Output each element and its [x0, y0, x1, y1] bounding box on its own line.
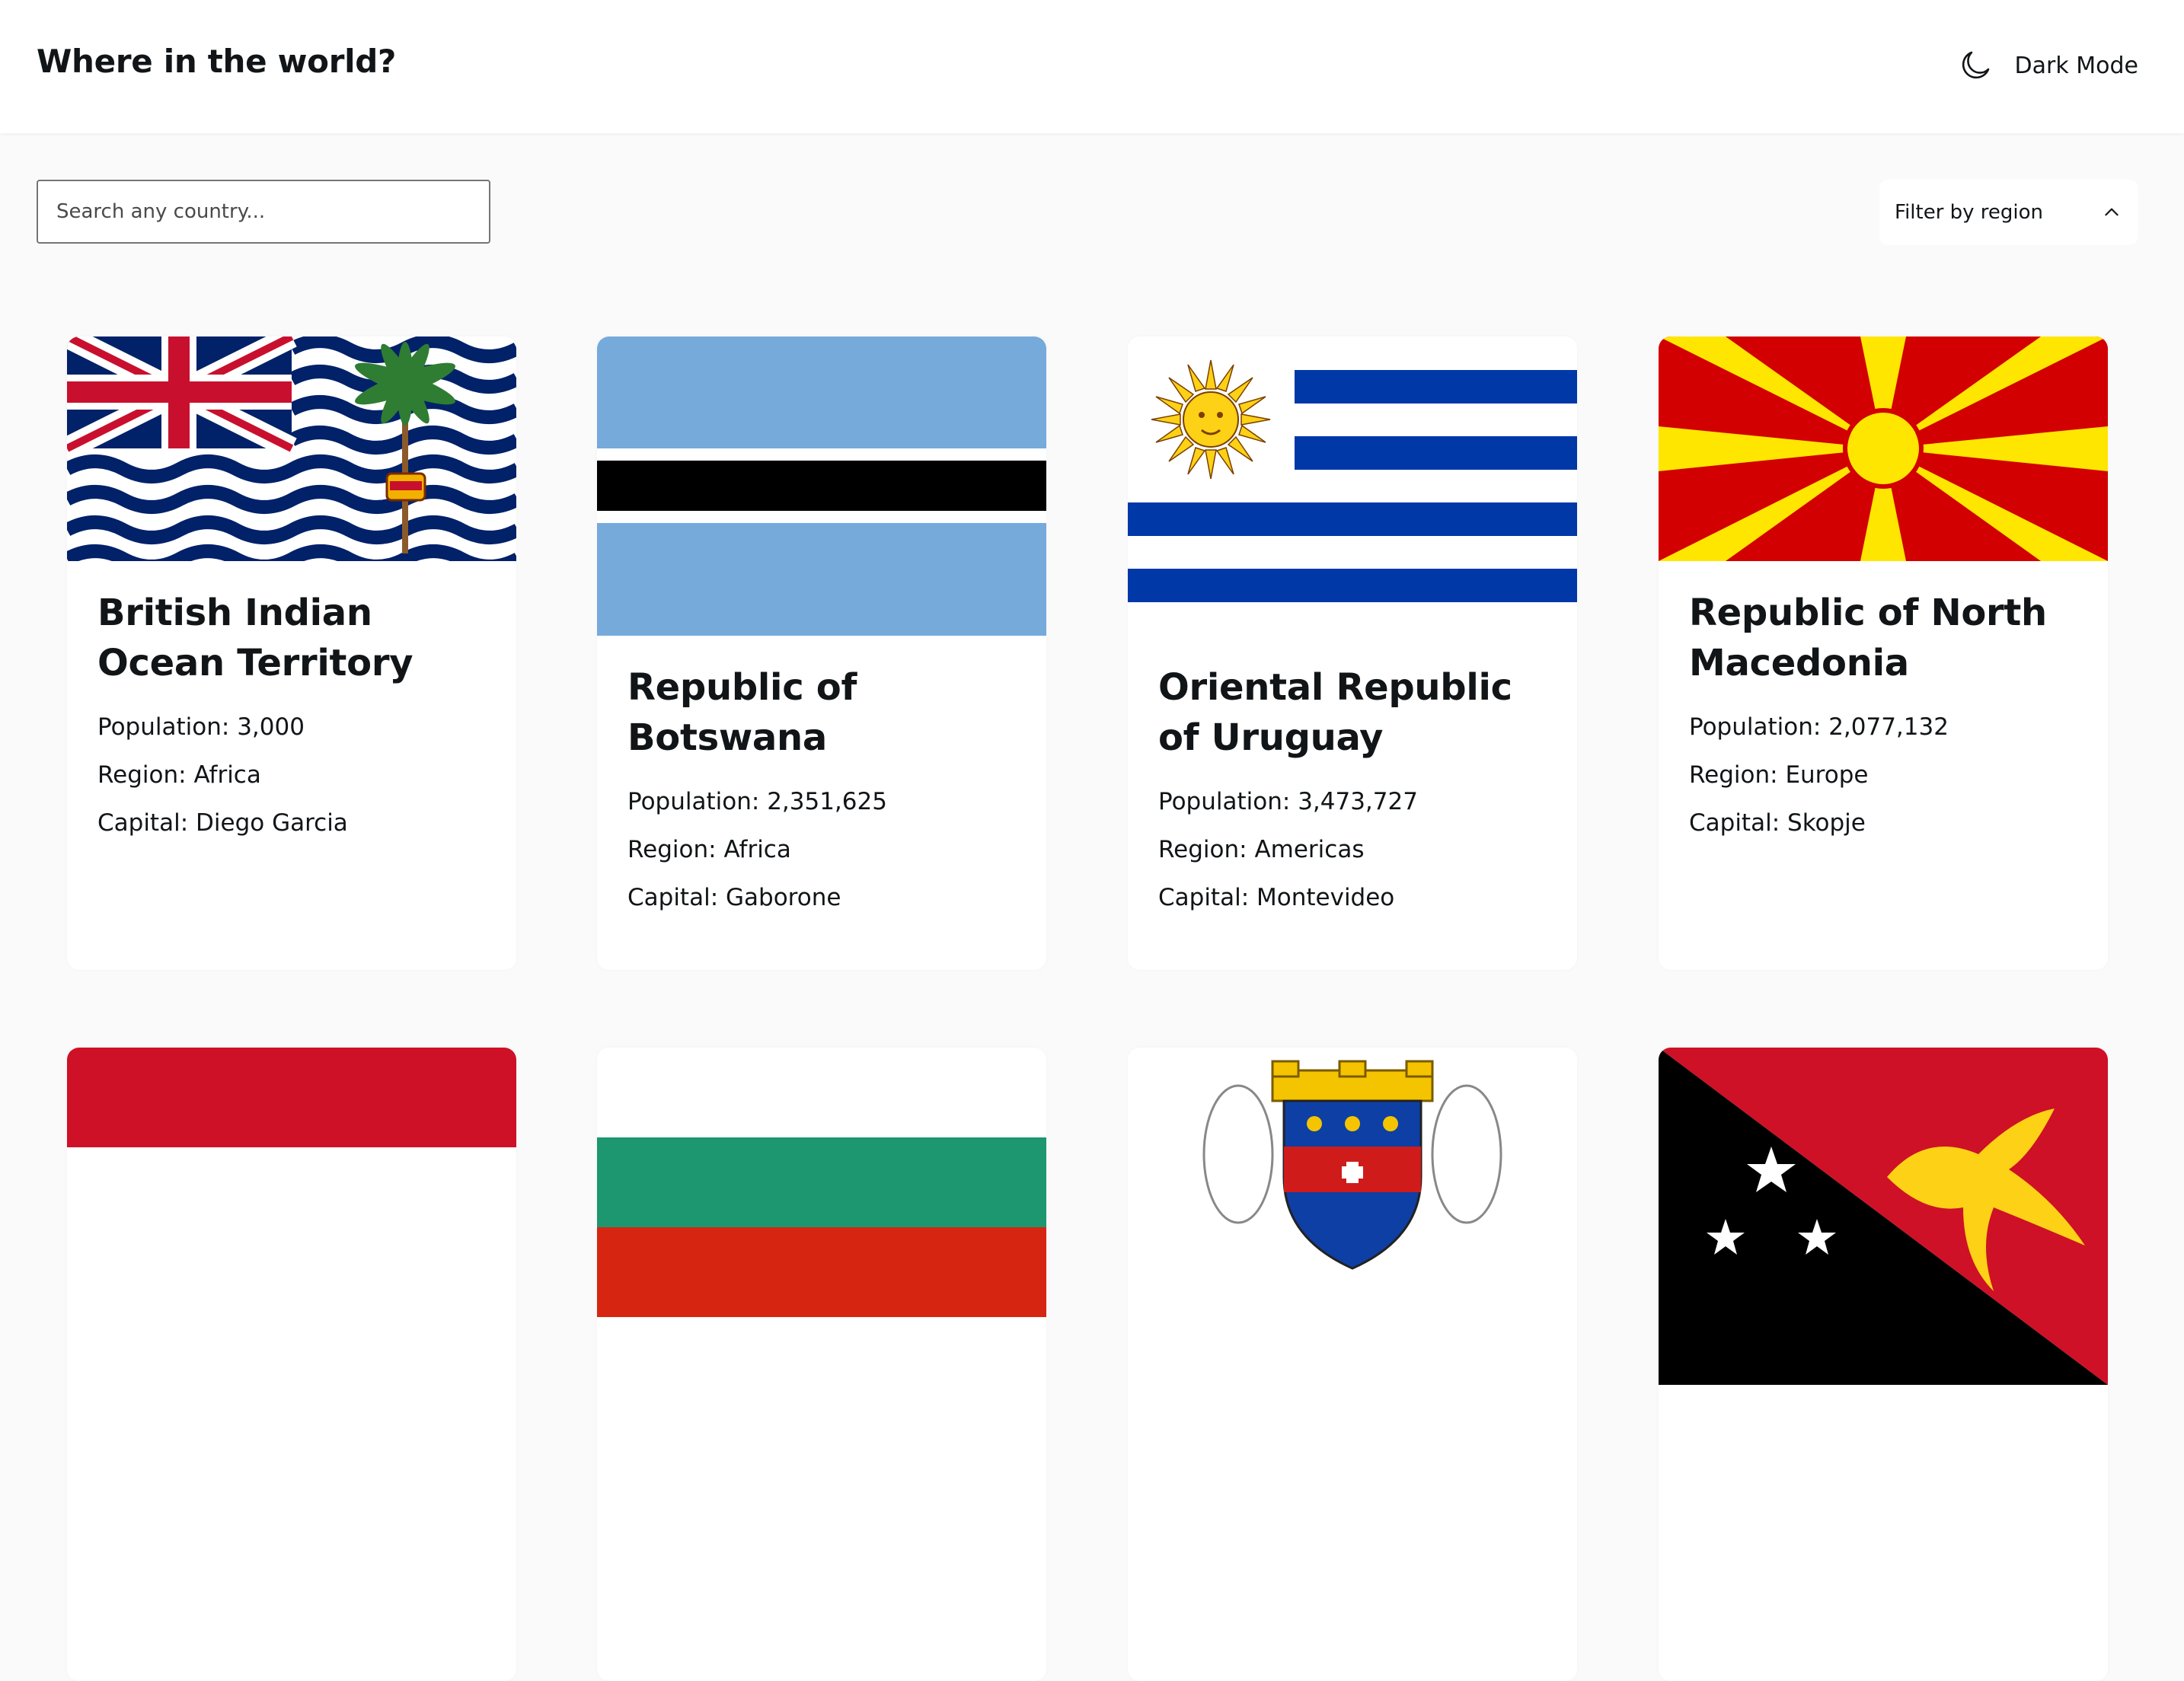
country-name: British Indian Ocean Territory	[97, 592, 413, 684]
capital-row: Capital: Montevideo	[1158, 884, 1395, 911]
capital-value: Skopje	[1787, 809, 1866, 837]
population-value: 3,000	[237, 713, 305, 741]
dark-mode-label: Dark Mode	[2014, 52, 2138, 79]
country-card[interactable]	[597, 1048, 1046, 1681]
british-indian-ocean-territory-flag	[67, 337, 516, 561]
top-header: Where in the world? Dark Mode	[0, 0, 2184, 133]
bulgaria-flag	[597, 1048, 1046, 1317]
capital-row: Capital: Diego Garcia	[97, 809, 348, 837]
moon-icon	[1962, 51, 1989, 79]
indonesia-flag	[67, 1048, 516, 1347]
population-value: 2,351,625	[767, 788, 887, 815]
saint-barthelemy-flag	[1128, 1048, 1577, 1347]
country-card[interactable]	[1128, 1048, 1577, 1681]
capital-row: Capital: Gaborone	[627, 884, 841, 911]
region-value: Americas	[1254, 836, 1365, 863]
capital-value: Montevideo	[1256, 884, 1395, 911]
country-name: Oriental Republic of Uruguay	[1158, 666, 1512, 759]
region-row: Region: Africa	[627, 836, 791, 863]
north-macedonia-flag	[1659, 337, 2108, 561]
region-row: Region: Europe	[1689, 761, 1869, 789]
chevron-up-icon	[2105, 208, 2119, 216]
region-row: Region: Americas	[1158, 836, 1365, 863]
country-card-uruguay[interactable]: Oriental Republic of Uruguay Population:…	[1128, 337, 1577, 970]
botswana-flag	[597, 337, 1046, 636]
uruguay-flag	[1128, 337, 1577, 636]
population-row: Population: 3,000	[97, 713, 305, 741]
region-value: Europe	[1785, 761, 1869, 789]
country-card-north-macedonia[interactable]: Republic of North Macedonia Population: …	[1659, 337, 2108, 970]
country-card-botswana[interactable]: Republic of Botswana Population: 2,351,6…	[597, 337, 1046, 970]
population-row: Population: 2,351,625	[627, 788, 887, 815]
country-name: Republic of North Macedonia	[1689, 592, 2047, 684]
country-card[interactable]	[1659, 1048, 2108, 1681]
region-value: Africa	[723, 836, 791, 863]
search-input[interactable]	[55, 199, 489, 224]
country-card[interactable]	[67, 1048, 516, 1681]
capital-value: Gaborone	[726, 884, 841, 911]
app-title: Where in the world?	[37, 43, 397, 80]
capital-row: Capital: Skopje	[1689, 809, 1866, 837]
population-value: 3,473,727	[1298, 788, 1418, 815]
region-filter-dropdown[interactable]: Filter by region	[1879, 180, 2138, 245]
papua-new-guinea-flag	[1659, 1048, 2108, 1385]
region-row: Region: Africa	[97, 761, 261, 789]
country-name: Republic of Botswana	[627, 666, 857, 759]
region-value: Africa	[193, 761, 261, 789]
population-row: Population: 2,077,132	[1689, 713, 1949, 741]
population-value: 2,077,132	[1828, 713, 1949, 741]
filter-label: Filter by region	[1895, 201, 2044, 224]
search-box[interactable]	[37, 180, 490, 244]
capital-value: Diego Garcia	[196, 809, 348, 837]
country-card-british-indian-ocean-territory[interactable]: British Indian Ocean Territory Populatio…	[67, 337, 516, 970]
dark-mode-toggle[interactable]: Dark Mode	[1957, 44, 2138, 87]
population-row: Population: 3,473,727	[1158, 788, 1418, 815]
